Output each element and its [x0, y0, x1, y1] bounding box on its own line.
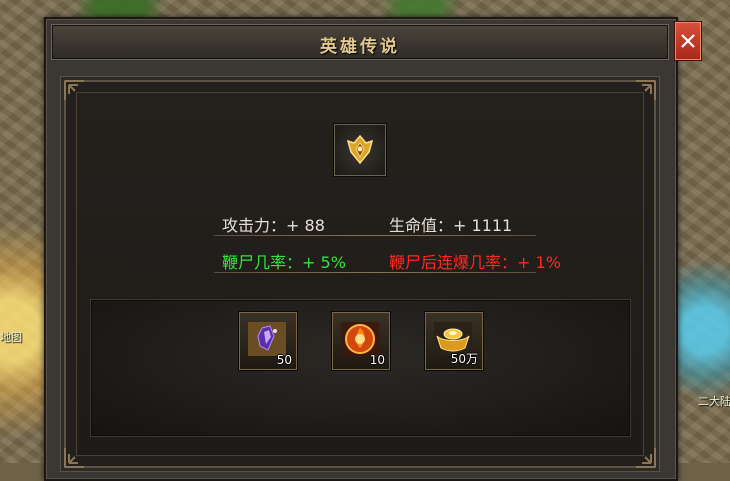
- dialog-title: 英雄传说: [320, 37, 400, 57]
- close-button[interactable]: [675, 22, 701, 60]
- combo-drop-rate-stat: 鞭尸后连爆几率：+ 1%: [389, 253, 561, 272]
- reward-count: 10: [369, 353, 385, 367]
- stat-row-special: 鞭尸几率：+ 5% 鞭尸后连爆几率：+ 1%: [214, 246, 561, 273]
- map-label: 地图: [0, 331, 22, 344]
- hero-item-slot[interactable]: [334, 124, 386, 176]
- region-label: 二大陆: [698, 395, 730, 408]
- stat-row-basic: 攻击力：+ 88 生命值：+ 1111: [214, 209, 536, 236]
- corner-ornament-icon: [64, 80, 84, 100]
- close-icon: [681, 34, 695, 48]
- whip-rate-stat: 鞭尸几率：+ 5%: [222, 253, 346, 272]
- dialog-titlebar: 英雄传说: [51, 24, 669, 60]
- corner-ornament-icon: [636, 80, 656, 100]
- reward-item-crystal[interactable]: 50: [239, 312, 297, 370]
- attack-stat: 攻击力：+ 88: [222, 216, 325, 235]
- corner-ornament-icon: [64, 448, 84, 468]
- corner-ornament-icon: [636, 448, 656, 468]
- reward-count: 50万: [450, 352, 478, 366]
- reward-panel: 50 10 50万: [91, 300, 630, 436]
- hero-legend-dialog: 英雄传说 攻击力：+ 88 生命值：+ 1111 鞭尸几率：+ 5% 鞭尸后连爆…: [44, 17, 678, 481]
- hp-stat: 生命值：+ 1111: [389, 216, 513, 235]
- reward-item-fire-orb[interactable]: 10: [332, 312, 390, 370]
- golden-helmet-icon: [346, 134, 374, 165]
- reward-count: 50: [276, 353, 292, 367]
- reward-item-gold-ingot[interactable]: 50万: [425, 312, 483, 370]
